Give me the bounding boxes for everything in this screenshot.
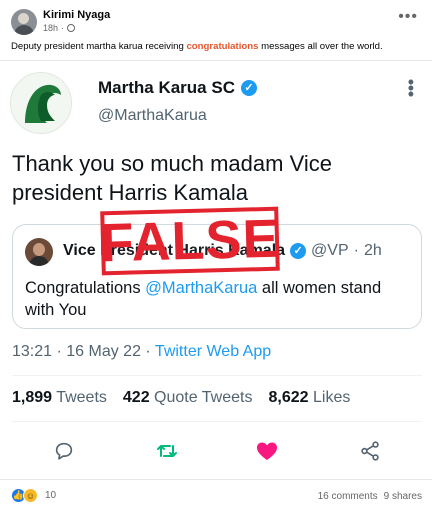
globe-icon (67, 24, 76, 32)
share-icon (358, 439, 382, 463)
tweet-author-avatar (10, 72, 72, 134)
haha-reaction-icon: ☺ (23, 488, 38, 503)
heart-icon (255, 439, 279, 463)
post-meta: 18h · (43, 23, 76, 33)
divider (12, 375, 422, 376)
post-time[interactable]: 18h (43, 23, 58, 33)
verified-badge-icon: ✓ (290, 243, 307, 259)
divider (12, 421, 422, 422)
tweet-more-icon: • • • (407, 72, 414, 104)
more-options-icon[interactable]: ••• (398, 8, 418, 26)
reply-icon (52, 439, 76, 463)
tweet-actions (0, 433, 432, 469)
quote-tweets-stat: 422 Quote Tweets (122, 389, 253, 406)
quoted-tweet-time: 2h (363, 242, 382, 259)
tweet-author-handle: @MarthaKarua (98, 107, 207, 124)
mention-link: @MarthaKarua (145, 279, 258, 297)
tweet-stats: 1,899 Tweets 422 Quote Tweets 8,622 Like… (12, 389, 350, 407)
reaction-count: 10 (45, 490, 57, 501)
comments-count[interactable]: 16 comments (318, 491, 378, 502)
tweet-author-name: Martha Karua SC ✓ (98, 78, 257, 98)
quoted-author-handle: @VP (311, 242, 349, 259)
tweet-text: Thank you so much madam Vice president H… (12, 151, 332, 205)
post-footer: 👍 ☺ 10 16 comments 9 shares (0, 482, 432, 512)
reactions-summary[interactable]: 👍 ☺ 10 (11, 488, 56, 503)
likes-stat: 8,622 Likes (268, 389, 351, 406)
retweet-icon (155, 439, 179, 463)
post-header: Kirimi Nyaga 18h · ••• Deputy president … (0, 0, 432, 64)
tweet-source: Twitter Web App (154, 343, 272, 360)
quoted-author-avatar (25, 238, 53, 266)
post-caption: Deputy president martha karua receiving … (11, 41, 383, 52)
verified-badge-icon: ✓ (240, 80, 257, 96)
tweet-timestamp: 13:21 · 16 May 22 · Twitter Web App (12, 343, 272, 360)
caption-highlight: congratulations (186, 41, 259, 52)
shares-count[interactable]: 9 shares (384, 491, 422, 502)
engagement-counts: 16 comments 9 shares (318, 491, 422, 502)
retweets-stat: 1,899 Tweets (12, 389, 107, 406)
false-stamp: FALSE (99, 206, 281, 276)
quoted-tweet-text: Congratulations @MarthaKarua all women s… (25, 279, 382, 319)
author-avatar[interactable] (11, 9, 37, 35)
author-name[interactable]: Kirimi Nyaga (43, 9, 110, 21)
